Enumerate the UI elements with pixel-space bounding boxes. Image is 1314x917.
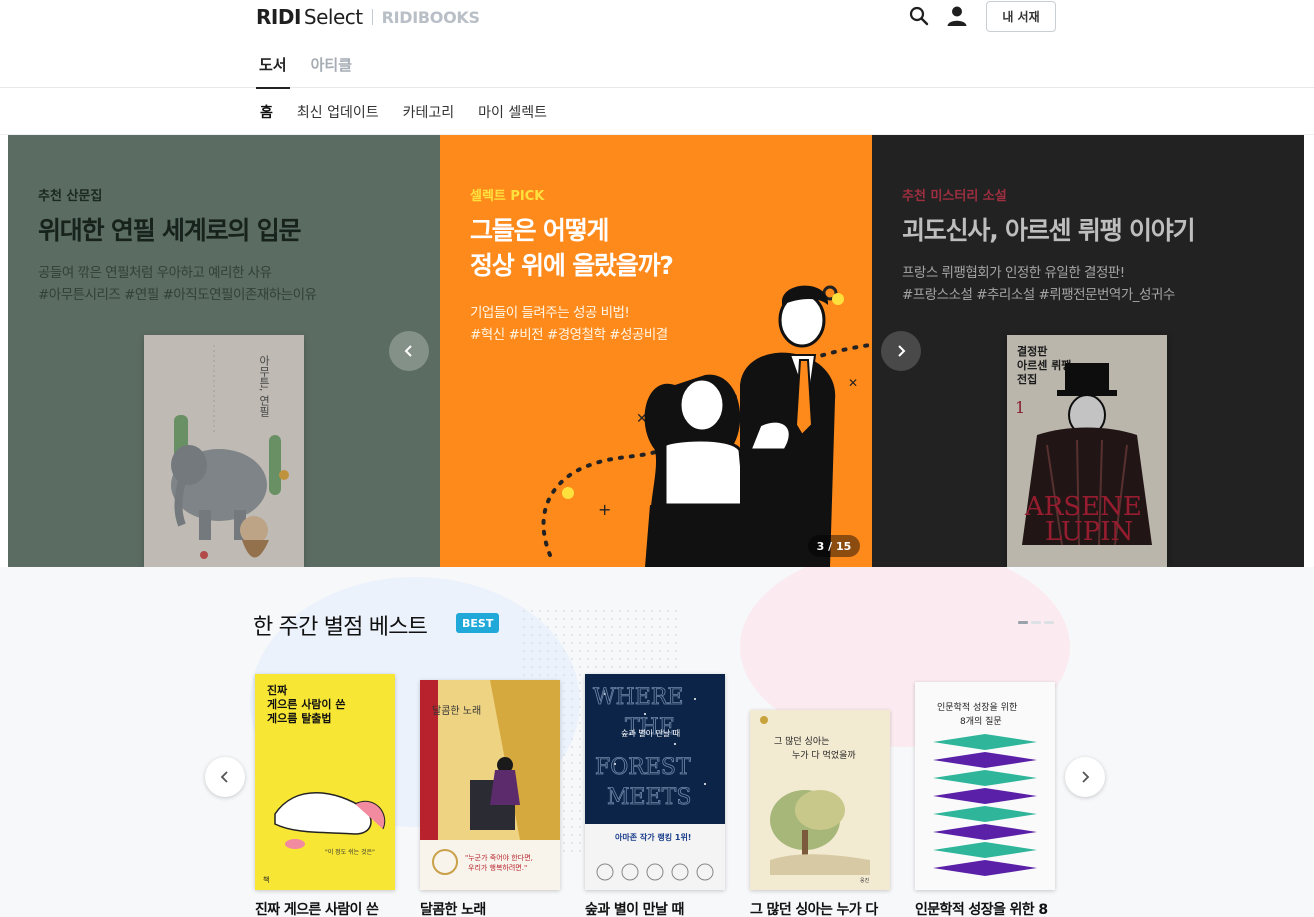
book-cover[interactable]: WHERE THE FOREST MEETS 숲과 별이 만날 때 아마존 작가… [585,674,725,890]
tab-articles[interactable]: 아티클 [308,48,355,88]
sub-navigation: 홈 최신 업데이트 카테고리 마이 셀렉트 [0,89,1314,135]
slide-label: 셀렉트 PICK [470,189,545,204]
svg-text:아마존 작가 랭킹 1위!: 아마존 작가 랭킹 1위! [615,832,691,842]
svg-text:FOREST: FOREST [595,755,691,780]
book-cover[interactable]: 그 많던 싱아는 누가 다 먹었을까 웅진 [750,710,890,890]
chevron-left-icon [220,771,228,783]
svg-text:✕: ✕ [848,376,858,390]
book-cover-art: 인문학적 성장을 위한 8개의 질문 [915,682,1055,890]
svg-text:WHERE: WHERE [593,685,683,710]
svg-text:그 많던 싱아는: 그 많던 싱아는 [774,736,829,747]
carousel-prev-button[interactable] [389,331,429,371]
slide-description: 공들여 깎은 연필처럼 우아하고 예리한 사유 #아무튼시리즈 #연필 #아직도… [38,265,317,303]
book-title[interactable]: 그 많던 싱아는 누가 다 [750,899,900,917]
slide-title: 괴도신사, 아르센 뤼팽 이야기 [902,216,1196,245]
chevron-right-icon [1082,771,1090,783]
slide-description: 프랑스 뤼팽협회가 인정한 유일한 결정판! #프랑스소설 #추리소설 #뤼팽전… [902,265,1175,303]
svg-text:전집: 전집 [1017,372,1037,386]
svg-text:진짜: 진짜 [267,683,288,697]
svg-text:MEETS: MEETS [607,785,691,810]
svg-text:1: 1 [1015,398,1025,417]
book-title[interactable]: 진짜 게으른 사람이 쓴 [255,899,405,917]
book-cover-art: WHERE THE FOREST MEETS 숲과 별이 만날 때 아마존 작가… [585,674,725,890]
subnav-home[interactable]: 홈 [260,102,273,122]
subnav-category[interactable]: 카테고리 [403,102,455,122]
slide-label: 추천 산문집 [38,189,103,204]
logo-divider [371,9,373,25]
svg-text:누가 다 먹었을까: 누가 다 먹었을까 [792,749,856,761]
book-title[interactable]: 숲과 별이 만날 때 [585,899,735,917]
banner-slide-select-pick[interactable]: 셀렉트 PICK 그들은 어떻게 정상 위에 올랐을까? 기업들이 들려주는 성… [440,135,872,567]
logo-ridi-text: RIDI [256,5,301,29]
carousel-next-button[interactable] [881,331,921,371]
book-cover-art: 진짜 게으른 사람이 쓴 게으름 탈출법 "이 정도 쉬는 것은" 책 [255,674,395,890]
carousel-counter: 3 / 15 [808,535,860,557]
book-list-prev-button[interactable] [205,757,245,797]
svg-text:"이 정도 쉬는 것은": "이 정도 쉬는 것은" [325,848,375,856]
book-cover[interactable]: 인문학적 성장을 위한 8개의 질문 [915,682,1055,890]
svg-text:8개의 질문: 8개의 질문 [960,715,1002,727]
top-header: RIDI Select RIDIBOOKS 내 서재 도서 아티클 [0,0,1314,89]
svg-text:우리가 행복하려면.": 우리가 행복하려면." [468,863,527,872]
svg-text:달콤한 노래: 달콤한 노래 [432,705,481,717]
svg-text:결정판: 결정판 [1017,344,1047,358]
svg-text:아르센 뤼팽: 아르센 뤼팽 [1017,358,1071,372]
svg-text:인문학적 성장을 위한: 인문학적 성장을 위한 [937,701,1017,713]
chevron-right-icon [898,345,906,357]
book-list: 진짜 게으른 사람이 쓴 게으름 탈출법 "이 정도 쉬는 것은" 책 진짜 게… [255,567,1060,917]
user-button[interactable] [945,4,969,28]
book-cover-art: 그 많던 싱아는 누가 다 먹었을까 웅진 [750,710,890,890]
slide-title: 그들은 어떻게 정상 위에 올랐을까? [470,216,674,280]
arsene-lupin-illustration: 결정판 아르센 뤼팽 전집 1 ARSENE LUPIN [1007,335,1167,567]
svg-text:아무튼, 연필: 아무튼, 연필 [258,355,271,417]
book-cover-image: 결정판 아르센 뤼팽 전집 1 ARSENE LUPIN [1007,335,1167,567]
elephant-illustration: 아무튼, 연필 [144,335,304,567]
search-button[interactable] [907,4,931,28]
subnav-my-select[interactable]: 마이 셀렉트 [478,102,547,122]
svg-text:웅진: 웅진 [860,877,870,884]
svg-text:LUPIN: LUPIN [1045,517,1133,547]
svg-text:숲과 별이 만날 때: 숲과 별이 만날 때 [621,728,680,738]
book-cover-image: 아무튼, 연필 [144,335,304,567]
svg-text:게으른 사람이 쓴: 게으른 사람이 쓴 [267,697,346,711]
my-library-button[interactable]: 내 서재 [986,1,1056,32]
book-cover-art: 달콤한 노래 "누군가 죽어야 한다면, 우리가 행복하려면." [420,680,560,890]
business-people-illustration: ✕ ✕ + [541,285,872,567]
slide-label: 추천 미스터리 소설 [902,189,1007,204]
book-title[interactable]: 인문학적 성장을 위한 8 [915,899,1065,917]
svg-text:+: + [598,500,611,519]
banner-carousel: 추천 산문집 위대한 연필 세계로의 입문 공들여 깎은 연필처럼 우아하고 예… [8,135,1304,567]
subnav-latest-update[interactable]: 최신 업데이트 [297,102,379,122]
logo[interactable]: RIDI Select RIDIBOOKS [256,4,480,30]
slide-title: 위대한 연필 세계로의 입문 [38,216,302,245]
search-icon [909,6,929,26]
main-tabs: 도서 아티클 [256,48,355,89]
svg-text:책: 책 [263,875,269,884]
chevron-left-icon [404,345,412,357]
book-cover[interactable]: 진짜 게으른 사람이 쓴 게으름 탈출법 "이 정도 쉬는 것은" 책 [255,674,395,890]
user-icon [947,6,967,26]
page: RIDI Select RIDIBOOKS 내 서재 도서 아티클 홈 최신 업 [0,0,1314,917]
ridibooks-link[interactable]: RIDIBOOKS [382,8,480,27]
logo-select-text: Select [303,5,363,29]
book-list-next-button[interactable] [1065,757,1105,797]
book-title[interactable]: 달콤한 노래 [420,899,570,917]
book-cover[interactable]: 달콤한 노래 "누군가 죽어야 한다면, 우리가 행복하려면." [420,680,560,890]
tab-books[interactable]: 도서 [256,48,290,89]
svg-text:"누군가 죽어야 한다면,: "누군가 죽어야 한다면, [465,853,533,862]
banner-slide-essay[interactable]: 추천 산문집 위대한 연필 세계로의 입문 공들여 깎은 연필처럼 우아하고 예… [8,135,440,567]
svg-text:게으름 탈출법: 게으름 탈출법 [267,711,332,725]
banner-slide-mystery[interactable]: 추천 미스터리 소설 괴도신사, 아르센 뤼팽 이야기 프랑스 뤼팽협회가 인정… [872,135,1304,567]
weekly-best-section: 한 주간 별점 베스트 BEST 진짜 게으른 사람이 쓴 게으름 탈출법 "이… [0,567,1314,917]
